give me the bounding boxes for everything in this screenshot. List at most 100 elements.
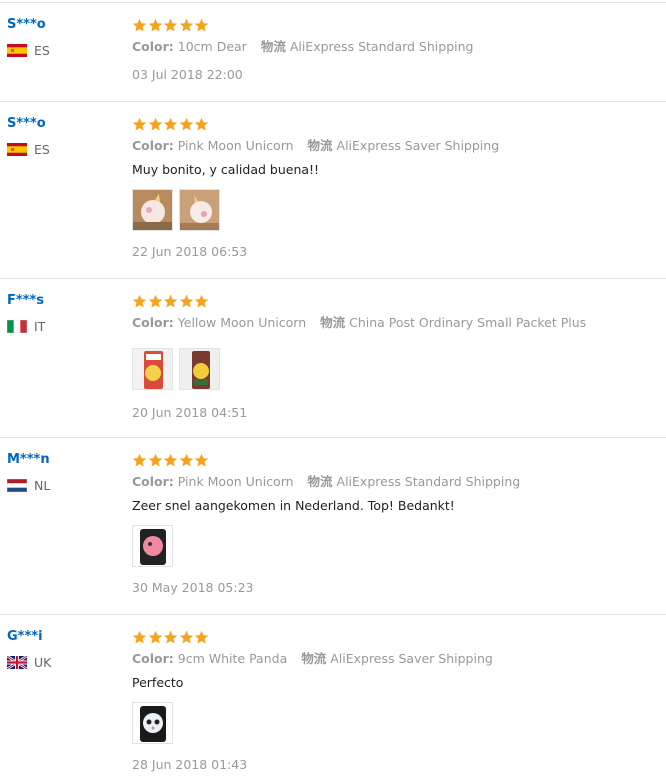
country-code: ES — [34, 141, 50, 157]
country-code: IT — [34, 318, 46, 334]
reviewer-name[interactable]: S***o — [7, 16, 127, 34]
color-value: Yellow Moon Unicorn — [177, 315, 307, 330]
star-rating — [132, 292, 652, 310]
review-content: Color: Yellow Moon Unicorn 物流 China Post… — [132, 292, 652, 422]
panda-photo[interactable] — [132, 702, 173, 744]
review-date: 20 Jun 2018 04:51 — [132, 405, 248, 420]
country-code: NL — [34, 477, 51, 493]
reviewer-name[interactable]: F***s — [7, 292, 127, 310]
logistics-label: 物流 — [307, 474, 333, 489]
review-date: 22 Jun 2018 06:53 — [132, 244, 248, 259]
reviewer-country: ES — [7, 42, 127, 58]
star-icon — [132, 18, 147, 31]
reviewer-country: IT — [7, 318, 127, 334]
shipping-value: AliExpress Saver Shipping — [336, 138, 500, 153]
star-icon — [163, 294, 178, 307]
logistics-label: 物流 — [301, 651, 327, 666]
color-label: Color: — [132, 138, 174, 153]
review-content: Color: 9cm White Panda 物流 AliExpress Sav… — [132, 628, 652, 774]
star-icon — [194, 630, 209, 643]
color-label: Color: — [132, 315, 174, 330]
review-content: Color: Pink Moon Unicorn 物流 AliExpress S… — [132, 115, 652, 261]
it-flag-icon — [7, 319, 27, 333]
review-date: 03 Jul 2018 22:00 — [132, 67, 243, 82]
star-icon — [148, 630, 162, 643]
star-rating — [132, 628, 652, 646]
es-flag-icon — [7, 43, 27, 57]
star-icon — [179, 630, 193, 643]
review-item: F***s IT Color: Yellow Moon Unicorn 物流 C… — [0, 278, 666, 437]
review-text: Perfecto — [132, 675, 184, 690]
packaged-unicorn-photo-1[interactable] — [132, 348, 173, 390]
star-icon — [163, 453, 178, 466]
reviewer-info: S***o ES — [7, 16, 127, 58]
star-icon — [148, 294, 162, 307]
star-icon — [132, 453, 147, 466]
review-text: Zeer snel aangekomen in Nederland. Top! … — [132, 498, 455, 513]
shipping-value: AliExpress Saver Shipping — [330, 651, 493, 666]
color-label: Color: — [132, 39, 174, 54]
star-icon — [179, 294, 193, 307]
review-item: M***n NL Color: Pink Moon Unicorn 物流 Ali… — [0, 437, 666, 614]
review-item: S***o ES Color: 10cm Dear 物流 AliExpress … — [0, 2, 666, 102]
logistics-label: 物流 — [307, 138, 333, 153]
reviewer-info: F***s IT — [7, 292, 127, 334]
reviewer-country: UK — [7, 654, 127, 670]
color-value: Pink Moon Unicorn — [177, 138, 294, 153]
reviewer-info: M***n NL — [7, 451, 127, 493]
color-value: Pink Moon Unicorn — [177, 474, 294, 489]
review-content: Color: Pink Moon Unicorn 物流 AliExpress S… — [132, 451, 652, 597]
review-item: G***i UK Color: 9cm White Panda 物流 AliEx… — [0, 614, 666, 781]
color-label: Color: — [132, 651, 174, 666]
review-text: Muy bonito, y calidad buena!! — [132, 162, 320, 177]
star-rating — [132, 115, 652, 133]
color-value: 10cm Dear — [177, 39, 247, 54]
order-info: Color: Pink Moon Unicorn 物流 AliExpress S… — [132, 473, 652, 491]
order-info: Color: 10cm Dear 物流 AliExpress Standard … — [132, 38, 652, 56]
review-content: Color: 10cm Dear 物流 AliExpress Standard … — [132, 16, 652, 84]
es-flag-icon — [7, 142, 27, 156]
reviewer-info: S***o ES — [7, 115, 127, 157]
reviewer-name[interactable]: S***o — [7, 115, 127, 133]
shipping-value: AliExpress Standard Shipping — [289, 39, 474, 54]
color-label: Color: — [132, 474, 174, 489]
color-value: 9cm White Panda — [177, 651, 288, 666]
star-icon — [194, 453, 209, 466]
star-icon — [163, 630, 178, 643]
unicorn-photo-2[interactable] — [179, 189, 220, 231]
uk-flag-icon — [7, 655, 27, 669]
reviewer-country: ES — [7, 141, 127, 157]
nl-flag-icon — [7, 478, 27, 492]
review-date: 28 Jun 2018 01:43 — [132, 757, 248, 772]
review-photos — [132, 525, 652, 567]
star-icon — [148, 453, 162, 466]
star-icon — [179, 117, 193, 130]
reviewer-name[interactable]: M***n — [7, 451, 127, 469]
review-photos — [132, 189, 652, 231]
star-icon — [163, 117, 178, 130]
star-rating — [132, 16, 652, 34]
reviewer-name[interactable]: G***i — [7, 628, 127, 646]
star-icon — [194, 18, 209, 31]
order-info: Color: Yellow Moon Unicorn 物流 China Post… — [132, 314, 652, 332]
country-code: UK — [34, 654, 52, 670]
review-photos — [132, 702, 652, 744]
review-date: 30 May 2018 05:23 — [132, 580, 254, 595]
reviewer-info: G***i UK — [7, 628, 127, 670]
review-item: S***o ES Color: Pink Moon Unicorn 物流 Ali… — [0, 101, 666, 278]
pink-unicorn-photo[interactable] — [132, 525, 173, 567]
shipping-value: China Post Ordinary Small Packet Plus — [349, 315, 587, 330]
unicorn-photo-1[interactable] — [132, 189, 173, 231]
star-icon — [194, 294, 209, 307]
star-icon — [132, 294, 147, 307]
star-icon — [148, 18, 162, 31]
review-photos — [132, 348, 652, 390]
star-icon — [132, 117, 147, 130]
star-icon — [179, 453, 193, 466]
shipping-value: AliExpress Standard Shipping — [336, 474, 521, 489]
star-icon — [194, 117, 209, 130]
star-icon — [163, 18, 178, 31]
packaged-unicorn-photo-2[interactable] — [179, 348, 220, 390]
order-info: Color: Pink Moon Unicorn 物流 AliExpress S… — [132, 137, 652, 155]
order-info: Color: 9cm White Panda 物流 AliExpress Sav… — [132, 650, 652, 668]
